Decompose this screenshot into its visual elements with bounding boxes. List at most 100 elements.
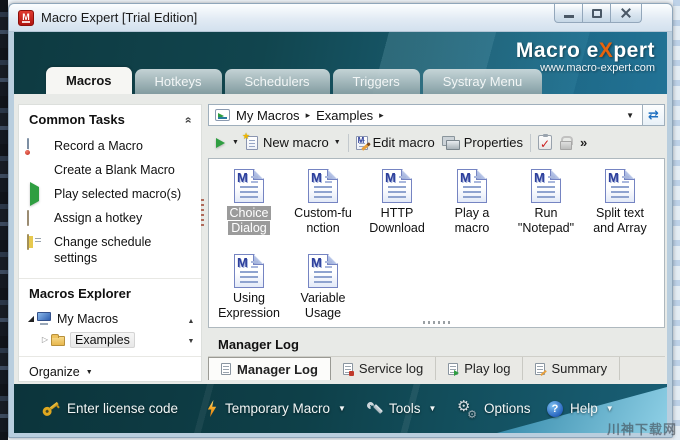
macro-item-split-text[interactable]: M Split textand Array (583, 169, 657, 236)
checklist-button[interactable]: ✓ (538, 135, 552, 150)
tab-macros[interactable]: Macros (46, 67, 132, 94)
macros-explorer-header: Macros Explorer (19, 279, 201, 306)
new-macro-dropdown-icon: ▼ (334, 139, 341, 146)
macro-label: Play amacro (435, 206, 509, 236)
macro-item-variable-usage[interactable]: M VariableUsage (286, 254, 360, 321)
expander-open-icon[interactable]: ◢ (25, 314, 37, 323)
splitter-handle[interactable] (201, 199, 204, 229)
window-title: Macro Expert [Trial Edition] (41, 4, 197, 32)
tree-scrollbar[interactable]: ▲ ▼ (186, 312, 196, 352)
macro-item-http-download[interactable]: M HTTPDownload (360, 169, 434, 236)
macro-label: Run"Notepad" (509, 206, 583, 236)
site-watermark: 川神下载网 (607, 419, 677, 438)
folder-icon (51, 336, 65, 346)
chevron-down-icon: ▼ (338, 404, 346, 413)
app-window: M Macro Expert [Trial Edition] Macro eXp… (8, 3, 673, 438)
run-dropdown-icon[interactable]: ▼ (232, 139, 239, 146)
toolbar: ▼ ★ New macro ▼ M Edit macro Properties (208, 129, 665, 156)
chevron-down-icon: ▼ (429, 404, 437, 413)
enter-license-button[interactable]: Enter license code (42, 384, 178, 433)
log-tab-summary[interactable]: Summary (523, 357, 620, 380)
task-create-blank-macro[interactable]: Create a Blank Macro (27, 158, 197, 182)
manager-log-icon (221, 363, 231, 375)
tab-systray-menu[interactable]: Systray Menu (423, 69, 542, 94)
macro-list: M ChoiceDialog M Custom-function M HTTPD… (208, 158, 665, 328)
new-macro-icon: ★ (246, 136, 258, 150)
task-change-schedule[interactable]: Change schedule settings (27, 230, 197, 270)
breadcrumb-my-macros[interactable]: My Macros (236, 108, 300, 123)
macro-item-choice-dialog[interactable]: M ChoiceDialog (212, 169, 286, 236)
macro-label: UsingExpression (212, 291, 286, 321)
tree-item-my-macros[interactable]: ◢ My Macros (25, 308, 201, 329)
breadcrumb-dropdown-icon[interactable]: ▼ (618, 105, 642, 125)
run-macro-button[interactable] (216, 138, 225, 148)
scroll-down-icon[interactable]: ▼ (186, 332, 196, 352)
macro-item-run-notepad[interactable]: M Run"Notepad" (509, 169, 583, 236)
sidebar: Common Tasks » Record a Macro Create a B… (18, 104, 202, 382)
macros-explorer-title: Macros Explorer (29, 286, 131, 301)
options-button[interactable]: ⚙⚙ Options (457, 384, 531, 433)
tab-schedulers[interactable]: Schedulers (225, 69, 330, 94)
maximize-button[interactable] (582, 4, 611, 23)
common-tasks-list: Record a Macro Create a Blank Macro Play… (19, 132, 201, 279)
help-button[interactable]: ? Help ▼ (547, 384, 614, 433)
organize-menu[interactable]: Organize ▼ (19, 357, 201, 387)
desktop-edge-left (0, 0, 8, 440)
macro-item-using-expression[interactable]: M UsingExpression (212, 254, 286, 321)
breadcrumb-arrow-icon[interactable]: ▸ (306, 110, 311, 121)
content-area: Common Tasks » Record a Macro Create a B… (14, 94, 667, 384)
expander-closed-icon[interactable]: ▷ (39, 335, 51, 344)
minimize-icon (564, 15, 574, 18)
macro-file-icon: M (457, 169, 487, 203)
minimize-button[interactable] (554, 4, 583, 23)
tab-triggers[interactable]: Triggers (333, 69, 420, 94)
tree-label: My Macros (57, 312, 118, 326)
close-icon (620, 7, 632, 19)
app-header: Macro eXpert www.macro-expert.com Macros… (14, 32, 667, 94)
main-panel: My Macros ▸ Examples ▸ ▼ ⇄ ▼ ★ New macro (208, 104, 665, 384)
breadcrumb: My Macros ▸ Examples ▸ ▼ ⇄ (208, 104, 665, 126)
breadcrumb-arrow-icon[interactable]: ▸ (379, 110, 384, 121)
tools-button[interactable]: Tools ▼ (366, 384, 436, 433)
summary-icon (535, 363, 545, 375)
edit-macro-button[interactable]: M Edit macro (356, 135, 435, 150)
lightning-icon (206, 400, 218, 417)
macro-file-icon: M (382, 169, 412, 203)
edit-macro-label: Edit macro (373, 135, 435, 150)
scroll-up-icon[interactable]: ▲ (186, 312, 196, 332)
tab-hotkeys[interactable]: Hotkeys (135, 69, 222, 94)
temporary-macro-button[interactable]: Temporary Macro ▼ (206, 384, 346, 433)
properties-label: Properties (464, 135, 523, 150)
lock-button[interactable] (559, 136, 571, 150)
macro-label: VariableUsage (286, 291, 360, 321)
task-record-macro[interactable]: Record a Macro (27, 134, 197, 158)
macro-label: HTTPDownload (360, 206, 434, 236)
address-icon (215, 109, 230, 121)
macro-item-play-a-macro[interactable]: M Play amacro (435, 169, 509, 236)
toolbar-overflow-icon[interactable]: » (580, 135, 587, 150)
breadcrumb-examples[interactable]: Examples (316, 108, 373, 123)
log-tabs: Manager Log Service log Play log Summary (208, 356, 665, 380)
macro-file-icon: M (234, 254, 264, 288)
log-tab-service-log[interactable]: Service log (331, 357, 436, 380)
task-play-selected[interactable]: Play selected macro(s) (27, 182, 197, 206)
properties-icon (442, 136, 459, 149)
collapse-icon[interactable]: » (181, 116, 195, 123)
new-macro-button[interactable]: ★ New macro ▼ (246, 135, 341, 150)
horizontal-splitter-handle[interactable] (423, 321, 451, 324)
properties-button[interactable]: Properties (442, 135, 523, 150)
refresh-button[interactable]: ⇄ (642, 105, 664, 125)
wrench-icon (366, 401, 382, 417)
task-label: Change schedule settings (54, 234, 159, 266)
close-button[interactable] (610, 4, 642, 23)
brand-name: Macro eXpert (516, 39, 655, 63)
chevron-down-icon: ▼ (606, 404, 614, 413)
tree-item-examples[interactable]: ▷ Examples (25, 329, 201, 350)
main-tabs: Macros Hotkeys Schedulers Triggers Systr… (46, 67, 542, 94)
macro-item-custom-function[interactable]: M Custom-function (286, 169, 360, 236)
log-tab-play-log[interactable]: Play log (436, 357, 523, 380)
task-assign-hotkey[interactable]: Assign a hotkey (27, 206, 197, 230)
log-tab-manager-log[interactable]: Manager Log (208, 357, 331, 380)
macro-file-icon: M (605, 169, 635, 203)
brand-name-x: X (599, 39, 614, 62)
